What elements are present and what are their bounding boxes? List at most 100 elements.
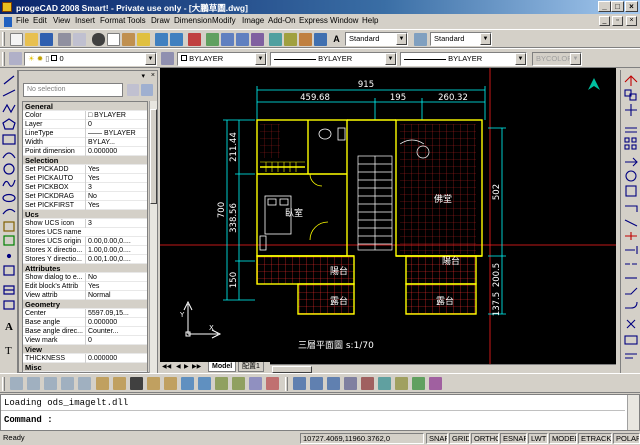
property-value[interactable]: 0 (85, 336, 147, 345)
property-value[interactable]: Yes (85, 282, 147, 291)
purge-icon[interactable] (361, 377, 374, 390)
property-row[interactable]: View attrib Normal (23, 291, 147, 300)
chevron-down-icon[interactable]: ▼ (515, 53, 526, 65)
cut-icon[interactable] (92, 33, 105, 46)
property-category[interactable]: Ucs (23, 210, 147, 219)
menu-file[interactable]: File (16, 16, 29, 25)
lineweight-dropdown[interactable]: BYLAYER ▼ (400, 52, 527, 66)
property-row[interactable]: View mark 0 (23, 336, 147, 345)
tool-palette-icon[interactable] (299, 33, 312, 46)
property-row[interactable]: Stores Y directio... 0.00,1.00,0.... (23, 255, 147, 264)
help-icon[interactable] (314, 33, 327, 46)
property-row[interactable]: Base angle 0.000000 (23, 318, 147, 327)
toolbar-grip[interactable] (2, 377, 5, 391)
app-icon[interactable] (2, 2, 12, 12)
property-row[interactable]: Base angle direc... Counter... (23, 327, 147, 336)
tab-last-icon[interactable]: ▶▶ (192, 363, 201, 370)
linetype-dropdown[interactable]: BYLAYER ▼ (270, 52, 397, 66)
snap-quadrant-icon[interactable] (78, 377, 91, 390)
properties-icon[interactable] (269, 33, 282, 46)
design-center-icon[interactable] (284, 33, 297, 46)
properties-grid[interactable]: General Color □ BYLAYER Layer 0 LineType —— BY… (22, 101, 148, 373)
doc-close-button[interactable]: × (626, 16, 637, 26)
snap-center-icon[interactable] (44, 377, 57, 390)
menu-add-on[interactable]: Add-On (268, 16, 296, 25)
toolbar-grip[interactable] (2, 32, 5, 46)
property-row[interactable]: THICKNESS 0.000000 (23, 354, 147, 363)
redraw-icon[interactable] (188, 33, 201, 46)
property-row[interactable]: Set PICKADD Yes (23, 165, 147, 174)
save-icon[interactable] (40, 33, 53, 46)
chevron-down-icon[interactable]: ▼ (255, 53, 266, 65)
toggle-etrack[interactable]: ETRACK (578, 433, 612, 444)
property-row[interactable]: Set PICKDRAG No (23, 192, 147, 201)
select-objects-icon[interactable] (141, 84, 153, 96)
audit-icon[interactable] (378, 377, 391, 390)
command-area[interactable]: Loading ods_imagelt.dll Command : (0, 394, 640, 431)
property-value[interactable]: 1.00,0.00,0.... (85, 246, 147, 255)
property-category[interactable]: Misc (23, 363, 147, 372)
property-value[interactable]: Normal (85, 291, 147, 300)
property-value[interactable]: 3 (85, 183, 147, 192)
layer-lock-icon[interactable] (130, 377, 143, 390)
tab-first-icon[interactable]: ◀◀ (162, 363, 171, 370)
menu-edit[interactable]: Edit (33, 16, 47, 25)
property-row[interactable]: Show UCS icon 3 (23, 219, 147, 228)
menu-modify[interactable]: Modify (212, 16, 236, 25)
property-row[interactable]: Stores UCS name (23, 228, 147, 237)
image-icon[interactable] (412, 377, 425, 390)
property-value[interactable]: 3 (85, 219, 147, 228)
menu-help[interactable]: Help (362, 16, 378, 25)
property-category[interactable]: Selection (23, 156, 147, 165)
menu-format[interactable]: Format (100, 16, 125, 25)
property-row[interactable]: Edit block's Attrib Yes (23, 282, 147, 291)
block-tool-icon[interactable] (215, 377, 228, 390)
tab-next-icon[interactable]: ▶ (184, 363, 189, 370)
doc-minimize-button[interactable]: _ (599, 16, 610, 26)
property-row[interactable]: LineType —— BYLAYER (23, 129, 147, 138)
menu-view[interactable]: View (53, 16, 70, 25)
toggle-polar[interactable]: POLAR (613, 433, 640, 444)
property-value[interactable]: —— BYLAYER (85, 129, 147, 138)
property-row[interactable]: Width BYLAY... (23, 138, 147, 147)
doc-icon[interactable] (4, 17, 12, 27)
property-row[interactable]: Color □ BYLAYER (23, 111, 147, 120)
layer-dropdown[interactable]: ☀ ✹ ▯ 0 ▼ (24, 52, 157, 66)
undo-icon[interactable] (155, 33, 168, 46)
text-tool-icon[interactable] (249, 377, 262, 390)
property-value[interactable]: 0.00,1.00,0.... (85, 255, 147, 264)
property-value[interactable]: Yes (85, 201, 147, 210)
snap-endpoint-icon[interactable] (10, 377, 23, 390)
menu-express[interactable]: Express (299, 16, 328, 25)
make-layer-current-icon[interactable] (161, 52, 174, 65)
drawing-canvas[interactable]: 915 459.68 195 260.32 700 211.44 338.56 … (160, 68, 616, 364)
toggle-ortho[interactable]: ORTHO (471, 433, 499, 444)
property-row[interactable]: Set PICKBOX 3 (23, 183, 147, 192)
text-style-dropdown[interactable]: Standard ▼ (345, 32, 408, 46)
toolbar-grip[interactable] (2, 52, 5, 66)
layer-manager-icon[interactable] (9, 52, 22, 65)
property-value[interactable]: 5597.09,15... (85, 309, 147, 318)
chevron-down-icon[interactable]: ▼ (480, 33, 491, 45)
property-value[interactable]: BYLAY... (85, 138, 147, 147)
toggle-grid[interactable]: GRID (449, 433, 470, 444)
hyperlink-icon[interactable] (429, 377, 442, 390)
property-row[interactable]: Stores X directio... 1.00,0.00,0.... (23, 246, 147, 255)
menu-window[interactable]: Window (330, 16, 358, 25)
layer-match-icon[interactable] (198, 377, 211, 390)
layer-off-icon[interactable] (96, 377, 109, 390)
chevron-down-icon[interactable]: ▼ (145, 53, 156, 65)
maximize-button[interactable]: □ (611, 1, 624, 12)
property-value[interactable]: Yes (85, 174, 147, 183)
property-value[interactable]: 0 (85, 120, 147, 129)
property-row[interactable]: Stores UCS origin 0.00,0.00,0.... (23, 237, 147, 246)
snap-node-icon[interactable] (61, 377, 74, 390)
menu-tools[interactable]: Tools (127, 16, 146, 25)
horizontal-scrollbar[interactable] (270, 364, 616, 373)
selection-dropdown[interactable]: No selection (23, 83, 123, 97)
property-value[interactable]: No (85, 273, 147, 282)
group-icon[interactable] (327, 377, 340, 390)
property-row[interactable]: Point dimension 0.000000 (23, 147, 147, 156)
property-row[interactable]: Show dialog to e... No (23, 273, 147, 282)
properties-scrollbar[interactable] (149, 101, 157, 373)
